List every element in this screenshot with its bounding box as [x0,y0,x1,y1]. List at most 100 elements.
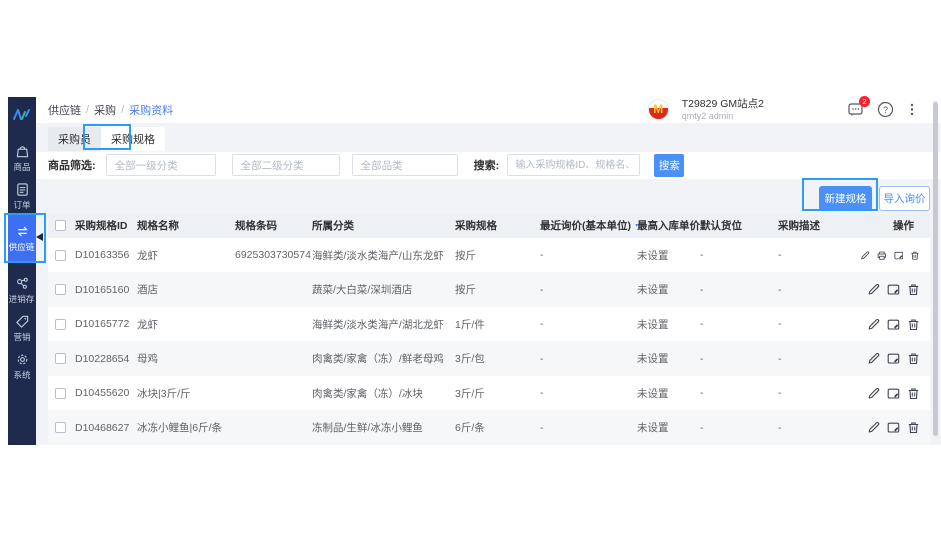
sidebar-item-supply-chain[interactable]: 供应链 [8,215,36,261]
sidebar-item-label: 系统 [13,368,30,380]
cell-spec: 1斤/件 [455,317,540,332]
message-badge: 2 [859,96,870,107]
row-checkbox[interactable] [55,284,66,295]
cell-spec-id: D10455620 [75,387,137,399]
search-button[interactable]: 搜索 [654,154,684,177]
import-inquiry-button[interactable]: 导入询价 [879,186,930,211]
quote-sheet-icon[interactable] [887,283,900,296]
row-checkbox[interactable] [55,250,66,261]
sidebar-item-system[interactable]: 系统 [8,347,36,385]
user-cluster: M T29829 GM站点2 qmty2 admin 2 ? [648,98,917,121]
breadcrumb-item-current[interactable]: 采购资料 [129,102,173,118]
cell-latest-inquiry: - [540,387,637,399]
edit-icon[interactable] [867,387,880,400]
messages-icon[interactable]: 2 [847,101,864,118]
category-level2-select[interactable]: 全部二级分类 [232,154,340,176]
breadcrumb-separator: / [86,104,89,116]
sidebar-menu: 商品 订单 供应链 进销存 营销 [8,139,36,385]
quote-sheet-icon[interactable] [887,352,900,365]
row-checkbox[interactable] [55,319,66,330]
user-role: qmty2 admin [682,111,764,122]
delete-icon[interactable] [907,352,920,365]
cell-max-price: 未设置 [637,386,700,401]
cell-category: 冻制品/生鲜/冰冻小鲤鱼 [312,420,455,435]
cell-spec-id: D10468627 [75,422,137,434]
edit-icon[interactable] [867,318,880,331]
vertical-scrollbar[interactable] [933,100,938,442]
cell-spec: 3斤/斤 [455,386,540,401]
col-max-price: 最高入库单价 [637,218,700,233]
col-category: 所属分类 [312,218,455,233]
edit-icon[interactable] [867,421,880,434]
edit-icon[interactable] [860,249,870,262]
cell-spec: 6斤/条 [455,420,540,435]
quote-sheet-icon[interactable] [887,421,900,434]
delete-icon[interactable] [907,387,920,400]
edit-icon[interactable] [867,352,880,365]
cell-spec-id: D10165160 [75,284,137,296]
col-operations: 操作 [860,218,930,233]
print-icon[interactable] [877,249,887,262]
quote-sheet-icon[interactable] [894,249,904,262]
search-input[interactable] [507,154,640,176]
sidebar: 商品 订单 供应链 进销存 营销 [8,97,36,445]
col-latest-inquiry[interactable]: 最近询价(基本单位)▼ [540,218,637,233]
row-checkbox[interactable] [55,422,66,433]
cell-category: 蔬菜/大白菜/深圳酒店 [312,282,455,297]
user-info[interactable]: T29829 GM站点2 qmty2 admin [682,98,764,121]
quote-sheet-icon[interactable] [887,318,900,331]
tab-buyers[interactable]: 采购员 [48,127,101,151]
annotation-arrow-marker [36,233,43,241]
col-spec-id: 采购规格ID [75,218,137,233]
sidebar-item-inventory[interactable]: 进销存 [8,271,36,309]
edit-icon[interactable] [867,283,880,296]
cell-max-price: 未设置 [637,420,700,435]
sidebar-item-goods[interactable]: 商品 [8,139,36,177]
quote-sheet-icon[interactable] [887,387,900,400]
delete-icon[interactable] [907,318,920,331]
cell-latest-inquiry: - [540,422,637,434]
sort-caret-icon[interactable]: ▼ [634,223,637,230]
cell-default-slot: - [700,387,778,399]
more-menu-icon[interactable] [907,101,917,118]
cell-default-slot: - [700,318,778,330]
help-icon[interactable]: ? [877,101,894,118]
cell-spec-name: 母鸡 [137,351,235,366]
gear-icon [15,352,30,367]
row-checkbox[interactable] [55,353,66,364]
sidebar-item-label: 营销 [13,330,30,342]
breadcrumb-item[interactable]: 供应链 [48,102,81,118]
cell-latest-inquiry: - [540,284,637,296]
cell-max-price: 未设置 [637,282,700,297]
cell-latest-inquiry: - [540,249,637,261]
breadcrumb-separator: / [121,104,124,116]
cell-category: 海鲜类/淡水类海产/山东龙虾 [312,248,455,263]
order-doc-icon [15,182,30,197]
cell-latest-inquiry: - [540,318,637,330]
cell-spec-name: 龙虾 [137,317,235,332]
scrollbar-thumb[interactable] [933,102,938,436]
cell-spec-id: D10165772 [75,318,137,330]
breadcrumb-item[interactable]: 采购 [94,102,116,118]
delete-icon[interactable] [910,249,920,262]
sidebar-item-orders[interactable]: 订单 [8,177,36,215]
sidebar-item-marketing[interactable]: 营销 [8,309,36,347]
create-spec-button[interactable]: 新建规格 [819,186,872,211]
cell-description: - [778,353,860,365]
tab-purchase-specs[interactable]: 采购规格 [101,127,165,151]
col-spec: 采购规格 [455,218,540,233]
screenshot-canvas: 商品 订单 供应链 进销存 营销 [0,0,941,540]
col-default-slot: 默认货位 [700,218,778,233]
cell-spec-name: 酒店 [137,282,235,297]
cell-category: 肉禽类/家禽（冻）/鲜老母鸡 [312,351,455,366]
table-body: D10163356 龙虾 6925303730574 海鲜类/淡水类海产/山东龙… [48,238,930,445]
avatar[interactable]: M [648,99,669,120]
category-type-select[interactable]: 全部品类 [352,154,458,176]
row-checkbox[interactable] [55,388,66,399]
cell-default-slot: - [700,422,778,434]
delete-icon[interactable] [907,283,920,296]
select-all-checkbox[interactable] [55,220,66,231]
category-level1-select[interactable]: 全部一级分类 [106,154,216,176]
delete-icon[interactable] [907,421,920,434]
cell-description: - [778,318,860,330]
